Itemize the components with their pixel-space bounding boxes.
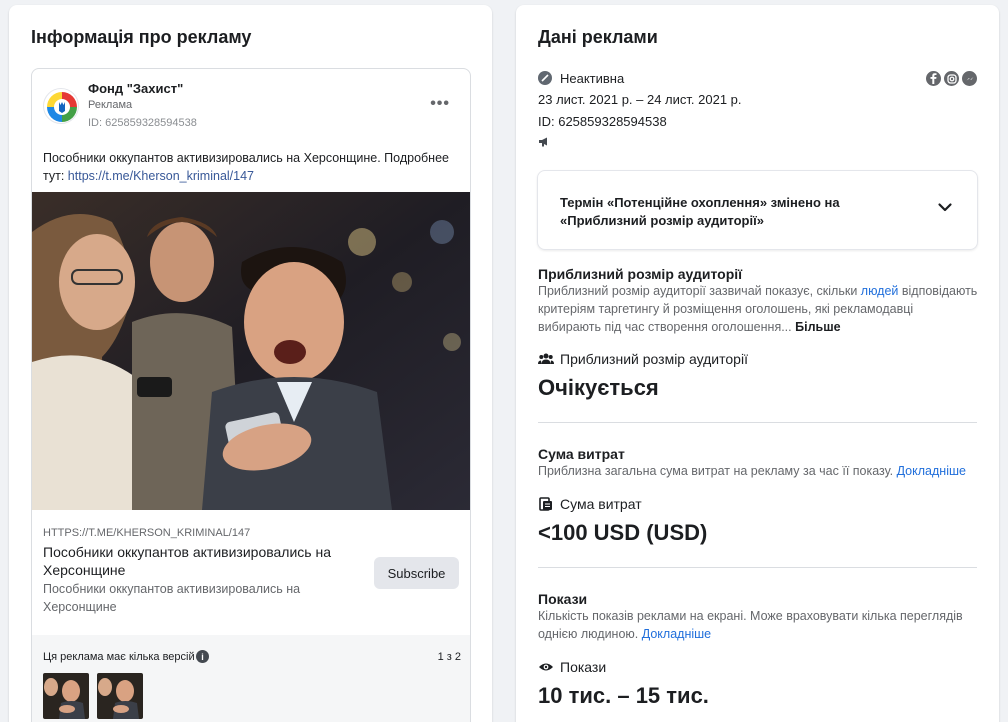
more-options-icon[interactable]: •••	[430, 95, 450, 113]
spend-desc-text: Приблизна загальна сума витрат на реклам…	[538, 464, 897, 478]
date-range: 23 лист. 2021 р. – 24 лист. 2021 р.	[538, 92, 742, 107]
terminology-notice[interactable]: Термін «Потенційне охоплення» змінено на…	[537, 170, 978, 250]
link-description: Пособники оккупантов активизировались на…	[43, 582, 301, 614]
version-thumbnail-2[interactable]	[97, 673, 143, 719]
ad-data-panel: Дані реклами Неактивна 23 лист. 2021 р. …	[516, 5, 999, 722]
page-logo[interactable]	[43, 88, 79, 124]
page-name[interactable]: Фонд "Захист"	[88, 81, 183, 96]
inactive-icon	[538, 71, 552, 85]
ad-link-area[interactable]: HTTPS://T.ME/KHERSON_KRIMINAL/147 Пособн…	[32, 510, 470, 635]
ad-body-text: Пособники оккупантов активизировались на…	[43, 149, 463, 185]
eye-icon	[538, 660, 554, 674]
people-link[interactable]: людей	[861, 284, 899, 298]
audience-metric-text: Приблизний розмір аудиторії	[560, 351, 748, 367]
ad-id: ID: 625859328594538	[88, 117, 197, 129]
money-icon	[538, 497, 554, 511]
messenger-icon	[962, 71, 977, 86]
impressions-metric-text: Покази	[560, 659, 607, 675]
ad-versions: Ця реклама має кілька версій i 1 з 2	[32, 635, 470, 722]
impressions-title: Покази	[538, 591, 588, 607]
link-headline: Пособники оккупантов активизировались на…	[43, 544, 331, 578]
ad-info-panel: Інформація про рекламу Фонд "Захист" Рек…	[9, 5, 492, 722]
panel-title: Дані реклами	[538, 27, 658, 47]
status-text: Неактивна	[560, 70, 625, 86]
ad-image[interactable]	[32, 192, 470, 510]
status-row: Неактивна	[538, 70, 624, 86]
ad-id: ID: 625859328594538	[538, 114, 667, 129]
sponsored-label: Реклама	[88, 99, 133, 111]
impressions-desc-text: Кількість показів реклами на екрані. Мож…	[538, 609, 963, 641]
spend-description: Приблизна загальна сума витрат на реклам…	[538, 462, 978, 480]
megaphone-icon	[538, 134, 550, 147]
versions-label: Ця реклама має кілька версій	[43, 651, 195, 663]
audience-metric-label: Приблизний розмір аудиторії	[538, 351, 748, 367]
subscribe-button[interactable]: Subscribe	[374, 557, 459, 589]
people-icon	[538, 352, 554, 366]
platform-icons	[926, 71, 977, 86]
divider	[538, 422, 977, 423]
impressions-metric-value: 10 тис. – 15 тис.	[538, 683, 709, 708]
versions-count: 1 з 2	[437, 651, 461, 663]
spend-learn-more-link[interactable]: Докладніше	[897, 464, 966, 478]
facebook-icon	[926, 71, 941, 86]
spend-metric-text: Сума витрат	[560, 496, 642, 512]
ad-body-link[interactable]: https://t.me/Kherson_kriminal/147	[68, 169, 254, 183]
spend-metric-label: Сума витрат	[538, 496, 642, 512]
ad-preview-card: Фонд "Захист" Реклама ID: 62585932859453…	[31, 68, 471, 722]
divider	[538, 567, 977, 568]
spend-metric-value: <100 USD (USD)	[538, 520, 708, 545]
audience-description: Приблизний розмір аудиторії зазвичай пок…	[538, 282, 978, 336]
audience-metric-value: Очікується	[538, 375, 659, 400]
version-thumbnail-1[interactable]	[43, 673, 89, 719]
impressions-description: Кількість показів реклами на екрані. Мож…	[538, 607, 978, 643]
spend-title: Сума витрат	[538, 446, 625, 462]
info-icon[interactable]: i	[196, 650, 209, 663]
instagram-icon	[944, 71, 959, 86]
ad-header: Фонд "Захист" Реклама ID: 62585932859453…	[32, 69, 470, 139]
panel-title: Інформація про рекламу	[31, 27, 252, 47]
notice-text: Термін «Потенційне охоплення» змінено на…	[560, 195, 840, 228]
audience-title: Приблизний розмір аудиторії	[538, 266, 743, 282]
more-link[interactable]: Більше	[795, 320, 840, 334]
impressions-learn-more-link[interactable]: Докладніше	[642, 627, 711, 641]
impressions-metric-label: Покази	[538, 659, 606, 675]
chevron-down-icon[interactable]	[937, 199, 953, 215]
link-domain: HTTPS://T.ME/KHERSON_KRIMINAL/147	[43, 527, 251, 539]
audience-desc-text: Приблизний розмір аудиторії зазвичай пок…	[538, 284, 861, 298]
